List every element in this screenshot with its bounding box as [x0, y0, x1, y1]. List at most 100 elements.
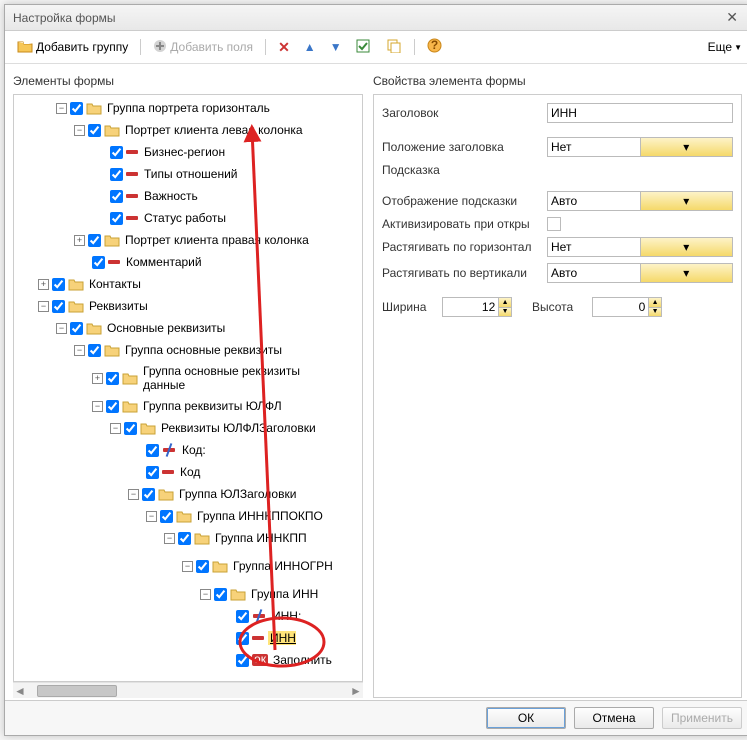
window-close-button[interactable]: ✕: [722, 9, 742, 26]
tree-item-checkbox[interactable]: [236, 654, 249, 667]
tree-item-checkbox[interactable]: [146, 444, 159, 457]
folder-icon: [122, 371, 138, 385]
prop-hint-disp-combo[interactable]: Авто ▾: [547, 191, 733, 211]
expand-toggle[interactable]: −: [38, 301, 49, 312]
spinner-down-icon[interactable]: ▼: [648, 308, 661, 317]
folder-icon: [68, 299, 84, 313]
move-down-button[interactable]: ▼: [326, 38, 346, 56]
prop-title-pos-value: Нет: [548, 138, 640, 156]
elements-tree[interactable]: − Группа портрета горизонталь − Портрет …: [13, 94, 363, 682]
prop-title-label: Заголовок: [382, 106, 547, 120]
tree-item-checkbox[interactable]: [142, 488, 155, 501]
add-group-button[interactable]: Добавить группу: [13, 37, 132, 58]
tree-item-checkbox[interactable]: [110, 168, 123, 181]
check-all-icon: [356, 39, 372, 56]
expand-toggle[interactable]: −: [146, 511, 157, 522]
prop-title-pos-label: Положение заголовка: [382, 140, 547, 154]
expand-toggle[interactable]: +: [92, 373, 103, 384]
tree-item-checkbox[interactable]: [236, 632, 249, 645]
tree-item-checkbox[interactable]: [52, 278, 65, 291]
spinner-up-icon[interactable]: ▲: [648, 298, 661, 308]
tree-item-checkbox[interactable]: [88, 124, 101, 137]
prop-width-input[interactable]: [443, 298, 498, 316]
tree-item-checkbox[interactable]: [146, 466, 159, 479]
tree-item-checkbox[interactable]: [160, 510, 173, 523]
folder-icon: [104, 343, 120, 357]
more-menu[interactable]: Еще ▼: [708, 40, 742, 54]
tree-item-checkbox[interactable]: [110, 146, 123, 159]
prop-title-pos-combo[interactable]: Нет ▾: [547, 137, 733, 157]
prop-hint-disp-label: Отображение подсказки: [382, 194, 547, 208]
expand-toggle[interactable]: −: [56, 323, 67, 334]
copy-button[interactable]: [382, 37, 406, 58]
prop-title-input[interactable]: [547, 103, 733, 123]
expand-toggle[interactable]: −: [92, 401, 103, 412]
prop-height-spinner[interactable]: ▲ ▼: [592, 297, 662, 317]
properties-panel: Заголовок Положение заголовка Нет ▾: [373, 94, 742, 698]
tree-item-checkbox[interactable]: [110, 190, 123, 203]
tree-item-checkbox[interactable]: [214, 588, 227, 601]
tree-item-checkbox[interactable]: [178, 532, 191, 545]
tree-item-checkbox[interactable]: [88, 234, 101, 247]
chevron-down-icon[interactable]: ▾: [640, 238, 733, 256]
expand-toggle[interactable]: +: [74, 235, 85, 246]
tree-item-checkbox[interactable]: [52, 300, 65, 313]
check-all-button[interactable]: [352, 37, 376, 58]
chevron-down-icon[interactable]: ▾: [640, 264, 733, 282]
prop-stretch-v-value: Авто: [548, 264, 640, 282]
label-icon: [162, 443, 176, 457]
expand-toggle[interactable]: −: [74, 125, 85, 136]
expand-toggle[interactable]: −: [110, 423, 121, 434]
tree-item-checkbox[interactable]: [88, 344, 101, 357]
svg-text:ок: ок: [254, 654, 267, 666]
prop-width-spinner[interactable]: ▲ ▼: [442, 297, 512, 317]
help-icon: ?: [427, 38, 442, 56]
expand-toggle[interactable]: −: [56, 103, 67, 114]
horizontal-scrollbar[interactable]: ◄ ►: [13, 682, 363, 698]
tree-item-checkbox[interactable]: [196, 560, 209, 573]
delete-button[interactable]: ✕: [274, 37, 294, 58]
dialog-footer: ОК Отмена Применить: [5, 700, 747, 735]
chevron-down-icon[interactable]: ▾: [640, 138, 733, 156]
help-button[interactable]: ?: [423, 36, 446, 58]
expand-toggle[interactable]: +: [38, 279, 49, 290]
tree-item-checkbox[interactable]: [106, 372, 119, 385]
elements-header: Элементы формы: [13, 70, 363, 94]
tree-item-checkbox[interactable]: [110, 212, 123, 225]
tree-item-checkbox[interactable]: [70, 102, 83, 115]
prop-stretch-v-combo[interactable]: Авто ▾: [547, 263, 733, 283]
tree-item-checkbox[interactable]: [236, 610, 249, 623]
arrow-up-icon: ▲: [304, 40, 316, 54]
tree-item-checkbox[interactable]: [124, 422, 137, 435]
tree-item-checkbox[interactable]: [70, 322, 83, 335]
tree-item-label-selected[interactable]: ИНН: [268, 631, 296, 645]
folder-icon: [194, 531, 210, 545]
expand-toggle[interactable]: −: [164, 533, 175, 544]
field-icon: [162, 470, 174, 474]
prop-height-label: Высота: [532, 300, 592, 314]
tree-item-checkbox[interactable]: [106, 400, 119, 413]
chevron-down-icon[interactable]: ▾: [640, 192, 733, 210]
prop-stretch-h-combo[interactable]: Нет ▾: [547, 237, 733, 257]
spinner-up-icon[interactable]: ▲: [498, 298, 511, 308]
prop-hint-disp-value: Авто: [548, 192, 640, 210]
field-icon: [126, 172, 138, 176]
expand-toggle[interactable]: −: [74, 345, 85, 356]
folder-icon: [230, 587, 246, 601]
expand-toggle[interactable]: −: [200, 589, 211, 600]
toolbar: Добавить группу Добавить поля ✕ ▲ ▼: [5, 31, 747, 64]
add-fields-label: Добавить поля: [170, 40, 253, 54]
prop-height-input[interactable]: [593, 298, 648, 316]
chevron-down-icon: ▼: [734, 43, 742, 52]
ok-button[interactable]: ОК: [486, 707, 566, 729]
expand-toggle[interactable]: −: [128, 489, 139, 500]
folder-icon: [86, 101, 102, 115]
spinner-down-icon[interactable]: ▼: [498, 308, 511, 317]
tree-item-checkbox[interactable]: [92, 256, 105, 269]
move-up-button[interactable]: ▲: [300, 38, 320, 56]
prop-activate-open-checkbox[interactable]: [547, 217, 561, 231]
cancel-button[interactable]: Отмена: [574, 707, 654, 729]
expand-toggle[interactable]: −: [182, 561, 193, 572]
label-icon: [252, 609, 266, 623]
prop-activate-open-label: Активизировать при откры: [382, 217, 547, 231]
